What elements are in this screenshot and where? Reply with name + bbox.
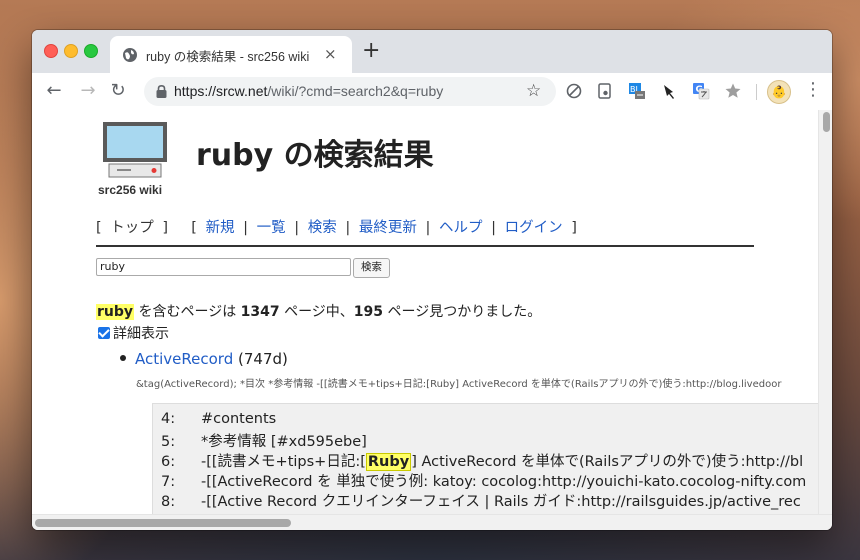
globe-icon xyxy=(123,48,137,62)
tab-strip: ruby の検索結果 - src256 wiki × + xyxy=(32,30,832,73)
nav-link-search[interactable]: 検索 xyxy=(308,220,337,236)
profile-avatar[interactable]: 👶 xyxy=(767,80,791,104)
tab-active[interactable]: ruby の検索結果 - src256 wiki × xyxy=(110,36,352,73)
nav-separator: | xyxy=(425,220,431,236)
tab-close-icon[interactable]: × xyxy=(324,46,337,62)
nav-bracket-open: [ xyxy=(191,220,197,236)
forward-button[interactable]: → xyxy=(78,81,98,101)
wiki-page: src256 wiki ruby の検索結果 [ トップ ] [ 新規 | 一覧… xyxy=(96,110,818,514)
preview-line: 4: #contents xyxy=(161,411,277,427)
result-age: (747d) xyxy=(233,350,288,368)
list-item: ActiveRecord (747d) xyxy=(120,350,288,368)
header-divider xyxy=(96,245,754,247)
window-close-button[interactable] xyxy=(44,44,58,58)
back-button[interactable]: ← xyxy=(44,81,64,101)
preview-line: 8: -[[Active Record クエリインターフェイス | Rails ガ… xyxy=(161,494,801,510)
nav-separator: | xyxy=(491,220,496,236)
url-text[interactable]: https://srcw.net/wiki/?cmd=search2&q=rub… xyxy=(174,83,443,99)
page-title: ruby の検索結果 xyxy=(196,138,434,173)
pocket-icon[interactable] xyxy=(596,82,614,100)
new-tab-button[interactable]: + xyxy=(362,39,380,63)
detail-checkbox[interactable] xyxy=(98,327,110,339)
reload-button[interactable]: ↻ xyxy=(108,81,128,101)
blog-icon[interactable]: BL xyxy=(628,82,646,100)
result-title-link[interactable]: ActiveRecord xyxy=(135,350,233,368)
url-host: https://srcw.net xyxy=(174,83,268,99)
nav-bracket-close: ] xyxy=(162,220,169,236)
vertical-scroll-thumb[interactable] xyxy=(823,112,830,132)
nav-link-list[interactable]: 一覧 xyxy=(257,220,286,236)
summary-found: 195 xyxy=(353,304,384,320)
summary-total: 1347 xyxy=(240,304,280,320)
preview-line: 5: *参考情報 [#xd595ebe] xyxy=(161,434,367,450)
nav-link-new[interactable]: 新規 xyxy=(206,220,235,236)
nav-separator: | xyxy=(294,220,300,236)
preview-line: 6: -[[読書メモ+tips+日記:[Ruby] ActiveRecord を単… xyxy=(161,453,804,471)
preview-highlight: Ruby xyxy=(365,453,412,471)
search-input[interactable]: ruby xyxy=(96,258,351,276)
result-snippet: &tag(ActiveRecord); *目次 *参考情報 -[[読書メモ+ti… xyxy=(136,379,782,390)
logo-caption: src256 wiki xyxy=(98,183,163,197)
result-preview-box: 4: #contents 5: *参考情報 [#xd595ebe] 6: -[[読書メ… xyxy=(152,403,818,514)
browser-window: ruby の検索結果 - src256 wiki × + ← → ↻ https… xyxy=(32,30,832,530)
nav-link-recent[interactable]: 最終更新 xyxy=(359,220,417,236)
nav-bracket-open: [ xyxy=(96,220,102,236)
bookmark-star-icon[interactable]: ☆ xyxy=(526,81,541,101)
menu-icon[interactable]: ⋮ xyxy=(804,80,822,100)
search-button[interactable]: 検索 xyxy=(353,258,390,278)
result-summary: ruby を含むページは 1347 ページ中、195 ページ見つかりました。 xyxy=(96,301,541,321)
nav-separator: | xyxy=(345,220,351,236)
window-minimize-button[interactable] xyxy=(64,44,78,58)
detail-toggle[interactable]: 詳細表示 xyxy=(98,323,169,343)
page-viewport: src256 wiki ruby の検索結果 [ トップ ] [ 新規 | 一覧… xyxy=(32,110,818,514)
summary-keyword: ruby xyxy=(96,304,135,320)
tab-title: ruby の検索結果 - src256 wiki xyxy=(146,50,310,64)
horizontal-scroll-thumb[interactable] xyxy=(35,519,291,527)
summary-text-after: ページ見つかりました。 xyxy=(383,304,542,320)
toolbar-divider xyxy=(756,84,757,100)
vertical-scrollbar[interactable] xyxy=(818,110,832,514)
horizontal-scrollbar[interactable] xyxy=(32,514,832,530)
summary-text-middle: ページ中、 xyxy=(279,304,354,320)
detail-label: 詳細表示 xyxy=(113,326,169,342)
browser-toolbar: ← → ↻ https://srcw.net/wiki/?cmd=search2… xyxy=(32,73,832,111)
summary-text-before: を含むページは xyxy=(134,304,241,320)
nav-bracket-close: ] xyxy=(571,220,577,236)
address-bar[interactable]: https://srcw.net/wiki/?cmd=search2&q=rub… xyxy=(144,77,556,106)
nav-separator: | xyxy=(243,220,249,236)
translate-icon[interactable]: G xyxy=(692,82,710,100)
preview-line: 7: -[[ActiveRecord を 単独で使う例: katoy: cocol… xyxy=(161,474,807,490)
computer-logo-icon xyxy=(103,122,167,178)
lock-icon xyxy=(156,85,167,98)
block-icon[interactable] xyxy=(565,82,583,100)
nav-top-link[interactable]: トップ xyxy=(110,220,154,236)
pin-icon[interactable] xyxy=(660,82,678,100)
list-bullet xyxy=(120,355,126,361)
wiki-navbar: [ トップ ] [ 新規 | 一覧 | 検索 | 最終更新 | ヘルプ | ログ… xyxy=(96,216,577,237)
window-maximize-button[interactable] xyxy=(84,44,98,58)
nav-link-login[interactable]: ログイン xyxy=(505,220,563,236)
url-path: /wiki/?cmd=search2&q=ruby xyxy=(267,83,444,99)
star-extension-icon[interactable] xyxy=(724,82,742,100)
nav-link-help[interactable]: ヘルプ xyxy=(439,220,483,236)
